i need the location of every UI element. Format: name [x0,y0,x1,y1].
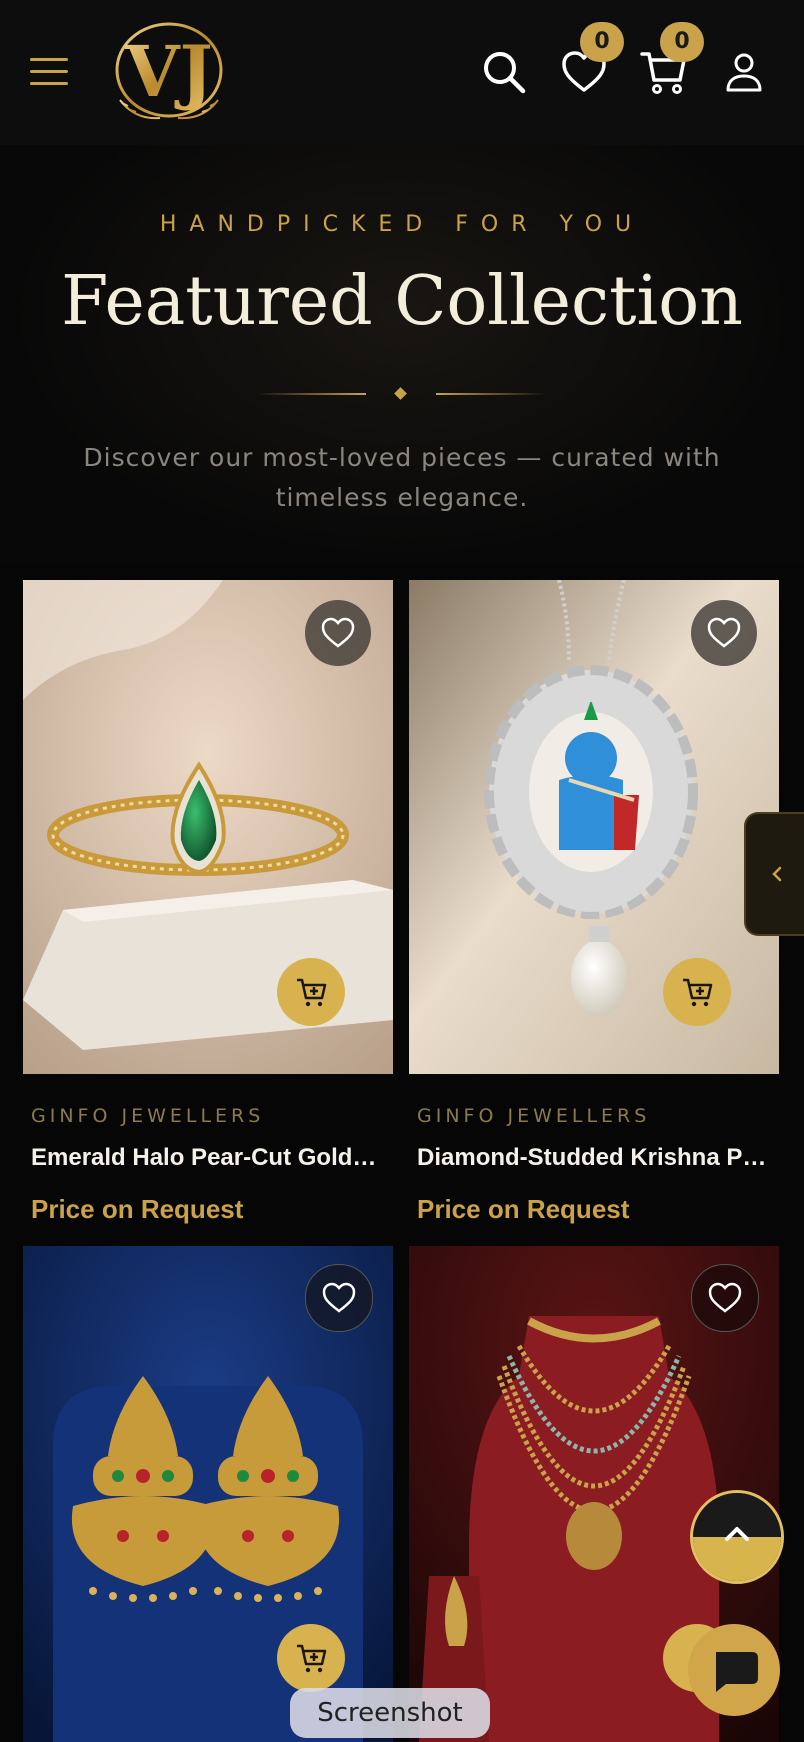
user-account-icon[interactable] [720,48,768,96]
product-card[interactable]: GINFO JEWELLERS Diamond-Studded Krishna … [409,580,779,1240]
svg-text:VJ: VJ [124,30,212,113]
brand-logo[interactable]: VJ [100,20,238,126]
cart-plus-icon [297,1644,327,1673]
side-drawer-tab[interactable] [744,812,804,936]
section-subtitle: Discover our most-loved pieces — curated… [83,443,721,512]
search-icon[interactable] [480,48,528,96]
add-to-cart-button[interactable] [277,958,345,1026]
heart-icon [708,1282,742,1313]
product-name[interactable]: Emerald Halo Pear-Cut Gold Ring [31,1144,381,1172]
add-to-wishlist-button[interactable] [305,600,371,666]
hamburger-menu-icon[interactable] [30,58,68,88]
scroll-to-top-button[interactable] [690,1490,784,1584]
cart-plus-icon [297,978,327,1007]
ornament-divider [256,386,546,400]
product-card[interactable] [23,1246,393,1742]
add-to-cart-button[interactable] [663,958,731,1026]
heart-icon [707,617,741,648]
product-name[interactable]: Diamond-Studded Krishna Pendant [417,1144,767,1172]
chevron-left-icon [772,866,782,882]
section-eyebrow: HANDPICKED FOR YOU [159,212,645,237]
add-to-wishlist-button[interactable] [305,1264,373,1332]
product-brand: GINFO JEWELLERS [417,1105,651,1127]
product-price: Price on Request [31,1194,244,1224]
chat-button[interactable] [688,1624,780,1716]
cart-plus-icon [683,978,713,1007]
product-brand: GINFO JEWELLERS [31,1105,265,1127]
chat-bubble-icon [716,1652,758,1692]
product-price: Price on Request [417,1194,630,1224]
add-to-wishlist-button[interactable] [691,600,757,666]
section-title: Featured Collection [61,262,743,341]
screenshot-pill[interactable]: Screenshot [290,1688,490,1738]
cart-count-badge: 0 [660,22,704,62]
wishlist-count-badge: 0 [580,22,624,62]
site-header: VJ 0 0 [0,0,804,145]
product-card[interactable]: GINFO JEWELLERS Emerald Halo Pear-Cut Go… [23,580,393,1240]
heart-icon [322,1282,356,1313]
heart-icon [321,617,355,648]
add-to-cart-button[interactable] [277,1624,345,1692]
add-to-wishlist-button[interactable] [691,1264,759,1332]
